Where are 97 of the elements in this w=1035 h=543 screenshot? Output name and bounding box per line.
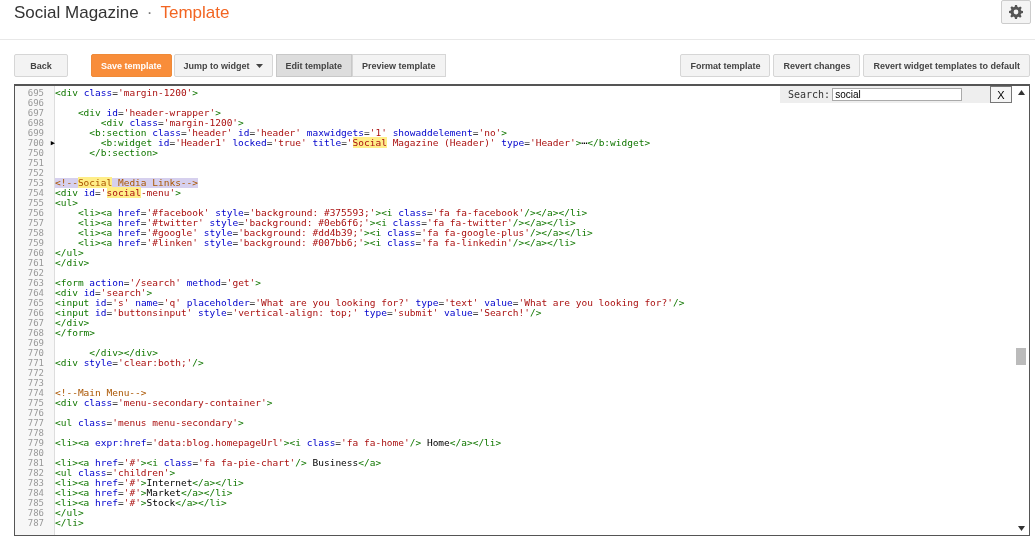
code-line: </div></div> <box>88 348 158 358</box>
code-line: </li> <box>55 518 84 528</box>
back-button[interactable]: Back <box>14 54 68 77</box>
caret-icon <box>255 63 263 68</box>
line-number: 781 <box>27 458 44 468</box>
line-number: 780 <box>27 448 44 458</box>
line-number: 786 <box>27 508 44 518</box>
title-separator: · <box>146 3 153 23</box>
line-number: 768 <box>27 328 44 338</box>
line-number: 777 <box>27 418 44 428</box>
line-number: 699 <box>27 128 44 138</box>
page-title: Template <box>160 3 230 23</box>
line-number: 760 <box>27 248 44 258</box>
line-number: 767 <box>27 318 44 328</box>
code-line: <div id='search'> <box>55 288 153 298</box>
line-number: 782 <box>27 468 44 478</box>
code-line: <li><a href='#'>Stock</a></li> <box>55 498 227 508</box>
search-field[interactable]: social <box>832 88 963 101</box>
line-number: 765 <box>27 298 44 308</box>
code-editor[interactable] <box>14 84 1030 536</box>
action-button[interactable]: Format template <box>680 54 771 77</box>
line-number: 758 <box>27 228 44 238</box>
line-number: 700 <box>27 138 44 148</box>
line-number: 766 <box>27 308 44 318</box>
code-line: </b:section> <box>88 148 158 158</box>
scroll-down-icon[interactable] <box>1018 526 1025 531</box>
code-line: <li><a href='#linken' style='background: #007bb6;'><i class='fa fa-linkedin'/></a></li> <box>76 238 576 248</box>
line-number: 751 <box>27 158 44 168</box>
code-line: <ul class='children'> <box>55 468 176 478</box>
close-search-button[interactable]: X <box>990 86 1012 103</box>
code-line: </div> <box>55 318 90 328</box>
mode-tab[interactable]: Preview template <box>352 54 446 77</box>
code-line: <li><a expr:href='data:blog.homepageUrl'><i class='fa fa-home'/> Home</a></li> <box>55 438 502 448</box>
action-button[interactable]: Revert widget templates to default <box>863 54 1030 77</box>
line-number: 779 <box>27 438 44 448</box>
line-number: 771 <box>27 358 44 368</box>
action-button[interactable]: Revert changes <box>773 54 861 77</box>
code-line: <li><a href='#facebook' style='background: #375593;'><i class='fa fa-facebook'/></a></li> <box>76 208 588 218</box>
code-line: <b:widget id='Header1' locked='true' title='Social Magazine (Header)' type='Header'>⋯</b:widget> <box>100 138 651 148</box>
line-number: 769 <box>27 338 44 348</box>
code-line: <li><a href='#google' style='background: #dd4b39;'><i class='fa fa-google-plus'/></a></li> <box>76 228 593 238</box>
code-line: <input id='buttonsinput' style='vertical-align: top;' type='submit' value='Search!'/> <box>55 308 542 318</box>
line-number: 697 <box>27 108 44 118</box>
line-number: 784 <box>27 488 44 498</box>
code-line: <div class='menu-secondary-container'> <box>55 398 273 408</box>
line-number: 775 <box>27 398 44 408</box>
code-line: </form> <box>55 328 96 338</box>
code-line: </ul> <box>55 508 84 518</box>
code-line: <li><a href='#'>Internet</a></li> <box>55 478 244 488</box>
code-line: </ul> <box>55 248 84 258</box>
line-number: 754 <box>27 188 44 198</box>
code-line: <div class='margin-1200'> <box>55 88 199 98</box>
blog-title: Social Magazine <box>14 3 139 23</box>
line-number: 783 <box>27 478 44 488</box>
code-line: <b:section class='header' id='header' maxwidgets='1' showaddelement='no'> <box>88 128 508 138</box>
line-number: 773 <box>27 378 44 388</box>
line-number: 695 <box>27 88 44 98</box>
line-number: 776 <box>27 408 44 418</box>
code-line: <input id='s' name='q' placeholder='What are you looking for?' type='text' value='What are you looking for?'/> <box>55 298 685 308</box>
line-number: 770 <box>27 348 44 358</box>
code-line: <li><a href='#'><i class='fa fa-pie-chart'/> Business</a> <box>55 458 382 468</box>
settings-icon <box>1008 4 1024 20</box>
code-line: </div> <box>55 258 90 268</box>
code-line: <div style='clear:both;'/> <box>55 358 204 368</box>
line-number: 763 <box>27 278 44 288</box>
code-line: <!--Main Menu--> <box>55 388 147 398</box>
line-number: 759 <box>27 238 44 248</box>
code-line: <div class='margin-1200'> <box>100 118 244 128</box>
line-number: 778 <box>27 428 44 438</box>
line-number: 750 <box>27 148 44 158</box>
line-number: 772 <box>27 368 44 378</box>
line-number: 761 <box>27 258 44 268</box>
code-line: <li><a href='#'>Market</a></li> <box>55 488 233 498</box>
line-number: 764 <box>27 288 44 298</box>
search-label: Search: <box>788 89 831 100</box>
line-number: 698 <box>27 118 44 128</box>
line-number: 752 <box>27 168 44 178</box>
line-number: 696 <box>27 98 44 108</box>
code-line: <ul> <box>55 198 78 208</box>
line-number: 757 <box>27 218 44 228</box>
line-number: 753 <box>27 178 44 188</box>
mode-tab[interactable]: Edit template <box>275 54 353 77</box>
line-number: 755 <box>27 198 44 208</box>
line-number: 785 <box>27 498 44 508</box>
code-line: <ul class='menus menu-secondary'> <box>55 418 244 428</box>
code-line: <div id='social-menu'> <box>55 188 181 198</box>
jump-to-widget-dropdown[interactable]: Jump to widget <box>173 54 273 77</box>
line-number: 756 <box>27 208 44 218</box>
scroll-thumb[interactable] <box>1016 348 1026 365</box>
scroll-up-icon[interactable] <box>1018 90 1025 95</box>
line-number: 787 <box>27 518 44 528</box>
line-number: 762 <box>27 268 44 278</box>
code-line: <li><a href='#twitter' style='background: #0eb6f6;'><i class='fa fa-twitter'/></a></li> <box>76 218 576 228</box>
line-number: 774 <box>27 388 44 398</box>
settings-button[interactable] <box>1001 0 1031 24</box>
code-line: <form action='/search' method='get'> <box>55 278 262 288</box>
code-line: <div id='header-wrapper'> <box>76 108 221 118</box>
